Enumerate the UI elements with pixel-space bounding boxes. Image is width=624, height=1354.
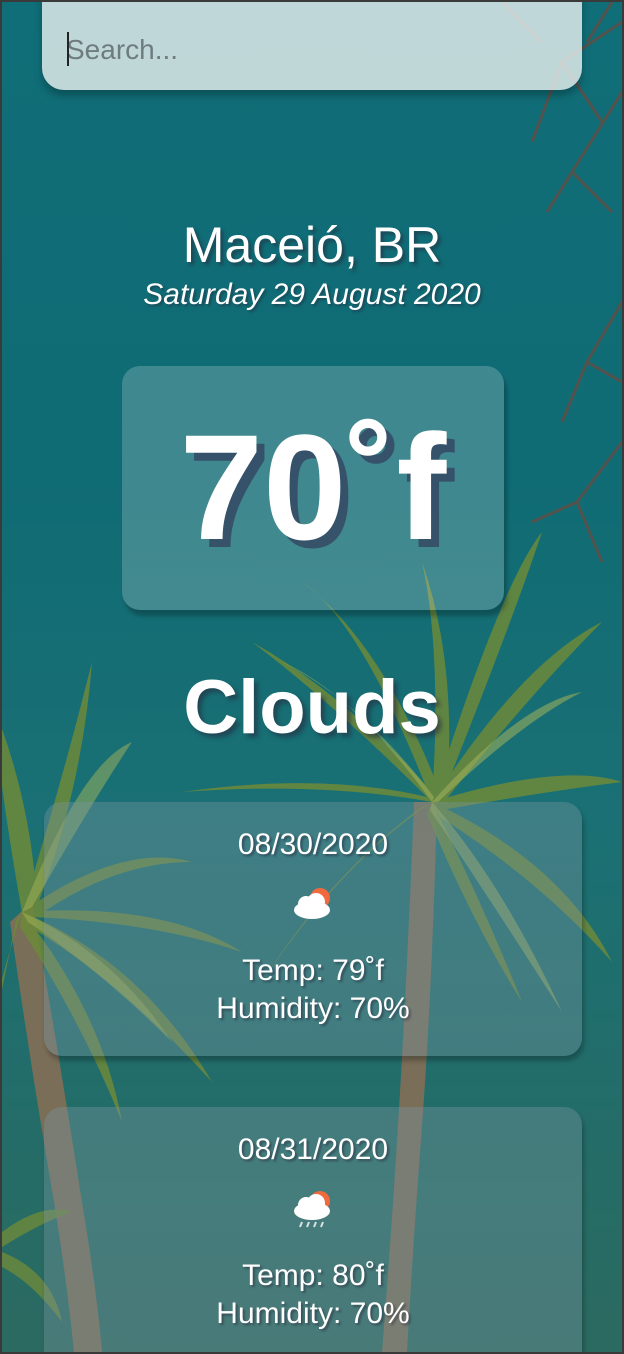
temperature-box: 70˚f bbox=[122, 366, 504, 610]
cloud-sun-icon bbox=[294, 888, 330, 919]
search-bar bbox=[42, 2, 582, 90]
forecast-humidity: Humidity: 70% bbox=[216, 992, 410, 1025]
forecast-card: 08/31/2020 Temp: 80˚f Humidity: 70% bbox=[44, 1107, 582, 1352]
location-name: Maceió, BR bbox=[182, 217, 442, 273]
forecast-temperature: Temp: 79˚f bbox=[242, 954, 384, 987]
weather-condition: Clouds bbox=[183, 665, 441, 750]
forecast-date: 08/31/2020 bbox=[237, 1133, 389, 1166]
cloud-sun-rain-icon bbox=[294, 1191, 330, 1228]
current-date: Saturday 29 August 2020 bbox=[143, 278, 481, 311]
current-temperature: 70˚f bbox=[179, 403, 447, 571]
forecast-date: 08/30/2020 bbox=[237, 828, 389, 861]
forecast-temperature: Temp: 80˚f bbox=[242, 1259, 384, 1292]
search-input[interactable] bbox=[66, 28, 556, 72]
app-frame: Maceió, BR Saturday 29 August 2020 70˚f … bbox=[0, 0, 624, 1354]
forecast-humidity: Humidity: 70% bbox=[216, 1297, 410, 1330]
forecast-card: 08/30/2020 Temp: 79˚f Humidity: 70% bbox=[44, 802, 582, 1056]
text-cursor bbox=[67, 32, 69, 66]
